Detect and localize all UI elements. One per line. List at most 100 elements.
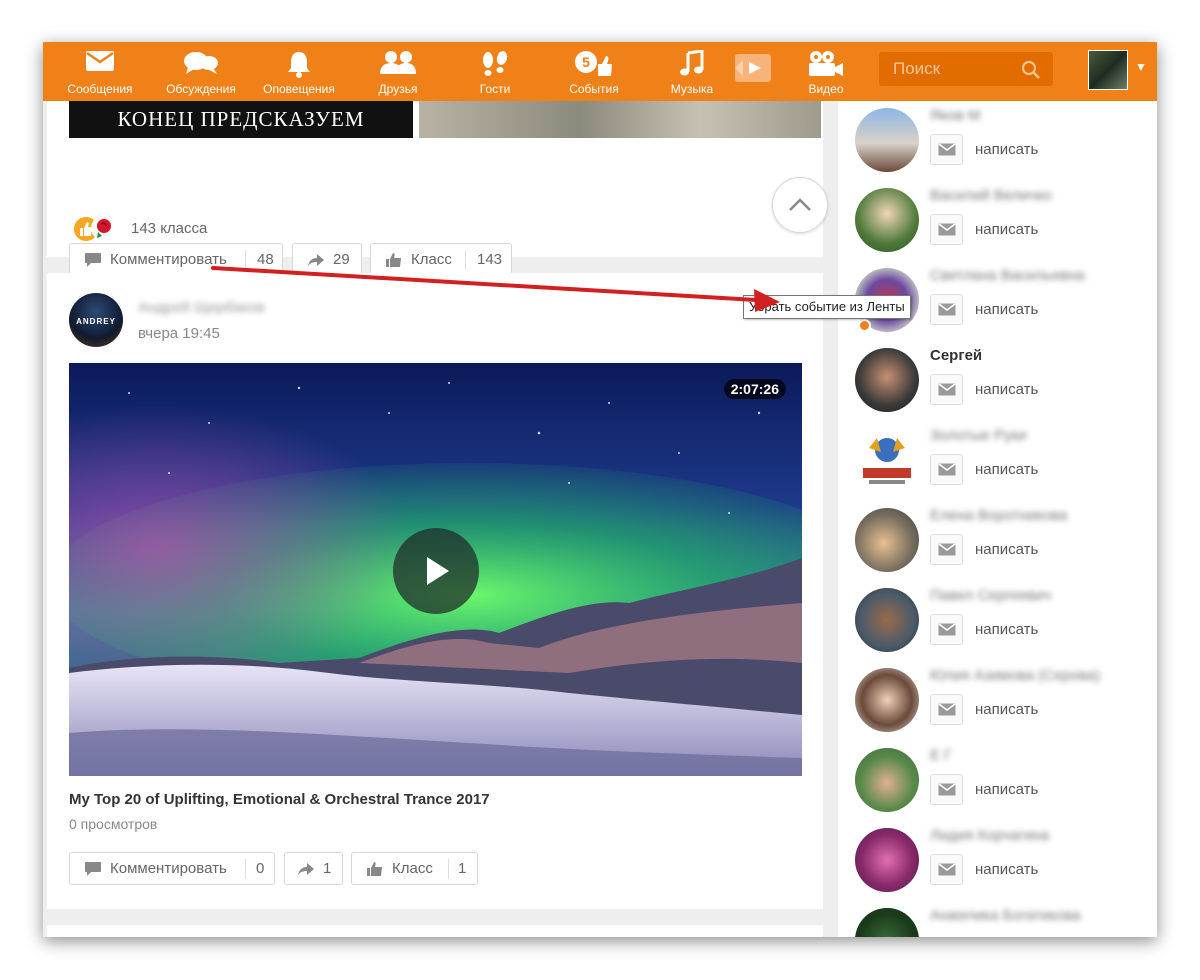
like-count: 1 — [458, 860, 467, 877]
chevron-down-icon[interactable]: ▼ — [1135, 60, 1147, 74]
friend-name[interactable]: Е Г — [930, 747, 952, 764]
nav-guests[interactable]: Гости — [445, 42, 545, 101]
friend-avatar[interactable] — [855, 508, 919, 572]
envelope-icon — [938, 143, 956, 156]
envelope-icon — [938, 703, 956, 716]
nav-discussions[interactable]: Обсуждения — [151, 42, 251, 101]
envelope-icon — [938, 863, 956, 876]
author-name[interactable]: Андрей Щербаков — [138, 299, 265, 316]
write-label[interactable]: написать — [975, 781, 1038, 798]
nav-messages[interactable]: Сообщения — [50, 42, 150, 101]
friend-avatar[interactable] — [855, 588, 919, 652]
envelope-icon — [938, 463, 956, 476]
friend-item[interactable]: Яков М написать — [838, 99, 1157, 179]
scroll-to-top-button[interactable] — [772, 177, 828, 233]
friend-avatar[interactable] — [855, 108, 919, 172]
message-button[interactable] — [930, 134, 963, 165]
nav-events[interactable]: 5 События — [544, 42, 644, 101]
video-title[interactable]: My Top 20 of Uplifting, Emotional & Orch… — [69, 791, 490, 808]
message-button[interactable] — [930, 854, 963, 885]
post-photo[interactable] — [419, 101, 821, 138]
play-button[interactable] — [393, 528, 479, 614]
like-label: Класс — [411, 251, 452, 268]
envelope-icon — [938, 303, 956, 316]
nav-music[interactable]: Музыка — [642, 42, 742, 101]
write-label[interactable]: написать — [975, 861, 1038, 878]
search-icon[interactable] — [1021, 60, 1041, 80]
friend-avatar[interactable] — [855, 828, 919, 892]
friend-avatar[interactable] — [855, 188, 919, 252]
friend-name[interactable]: Елена Воротникова — [930, 507, 1067, 524]
friend-item[interactable]: Василий Величко написать — [838, 179, 1157, 259]
write-label[interactable]: написать — [975, 701, 1038, 718]
play-icon — [735, 60, 761, 76]
comment-button[interactable]: Комментировать 48 — [69, 243, 283, 276]
events-icon: 5 — [575, 51, 612, 76]
write-label[interactable]: написать — [975, 301, 1038, 318]
friend-name[interactable]: Юлия Азимова (Серова) — [930, 667, 1100, 684]
friend-item[interactable]: Елена Воротникова написать — [838, 499, 1157, 579]
message-button[interactable] — [930, 694, 963, 725]
friend-name[interactable]: Золотые Руки — [930, 427, 1027, 444]
envelope-icon — [938, 623, 956, 636]
message-button[interactable] — [930, 534, 963, 565]
nav-label: Видео — [808, 82, 844, 96]
envelope-icon — [86, 51, 114, 71]
nav-video[interactable]: Видео — [776, 42, 876, 101]
friend-name[interactable]: Светлана Васильевна — [930, 267, 1085, 284]
friend-name[interactable]: Василий Величко — [930, 187, 1052, 204]
search-input[interactable] — [879, 52, 1023, 86]
friend-item[interactable]: Павел Сергеевич написать — [838, 579, 1157, 659]
friend-name[interactable]: Лидия Корчагина — [930, 827, 1049, 844]
friend-avatar[interactable] — [855, 908, 919, 937]
message-button[interactable] — [930, 214, 963, 245]
thumbs-up-icon — [386, 253, 401, 267]
write-label[interactable]: написать — [975, 461, 1038, 478]
friend-item[interactable]: Е Г написать — [838, 739, 1157, 819]
friend-item[interactable]: Золотые Руки написать — [838, 419, 1157, 499]
comment-count: 0 — [256, 860, 265, 877]
message-button[interactable] — [930, 374, 963, 405]
comment-label: Комментировать — [110, 251, 227, 268]
nav-label: Музыка — [670, 82, 714, 96]
friend-avatar[interactable] — [855, 668, 919, 732]
friend-item[interactable]: Лидия Корчагина написать — [838, 819, 1157, 899]
like-button[interactable]: Класс 143 — [370, 243, 512, 276]
nav-notifications[interactable]: Оповещения — [249, 42, 349, 101]
comment-button[interactable]: Комментировать 0 — [69, 852, 275, 885]
share-button[interactable]: 1 — [284, 852, 343, 885]
nav-friends[interactable]: Друзья — [348, 42, 448, 101]
friend-avatar[interactable] — [855, 748, 919, 812]
browser-viewport: Сообщения Обсуждения Оповещения Друзья Г… — [43, 42, 1157, 937]
video-play-shortcut[interactable] — [735, 54, 771, 82]
friend-avatar[interactable] — [855, 348, 919, 412]
write-label[interactable]: написать — [975, 541, 1038, 558]
write-label[interactable]: написать — [975, 381, 1038, 398]
music-note-icon — [680, 50, 704, 76]
write-label[interactable]: написать — [975, 621, 1038, 638]
like-button[interactable]: Класс 1 — [351, 852, 478, 885]
friend-item[interactable]: Сергей написать — [838, 339, 1157, 419]
message-button[interactable] — [930, 774, 963, 805]
share-button[interactable]: 29 — [292, 243, 362, 276]
share-count: 29 — [333, 251, 350, 268]
friend-avatar[interactable] — [855, 428, 919, 492]
message-button[interactable] — [930, 294, 963, 325]
feed-card-previous: КОНЕЦ ПРЕДСКАЗУЕМ 143 класса Комментиров… — [47, 101, 828, 276]
message-button[interactable] — [930, 454, 963, 485]
message-button[interactable] — [930, 614, 963, 645]
friend-name[interactable]: Яков М — [930, 107, 981, 124]
friend-name[interactable]: Анжелика Богатикова — [930, 907, 1081, 924]
write-label[interactable]: написать — [975, 221, 1038, 238]
friend-name[interactable]: Сергей — [930, 347, 982, 364]
post-timestamp: вчера 19:45 — [138, 325, 220, 342]
video-player[interactable]: 2:07:26 — [69, 363, 802, 776]
friend-item[interactable]: Юлия Азимова (Серова) написать — [838, 659, 1157, 739]
friend-item[interactable]: Анжелика Богатикова — [838, 899, 1157, 937]
comment-label: Комментировать — [110, 860, 227, 877]
friend-name[interactable]: Павел Сергеевич — [930, 587, 1051, 604]
author-avatar[interactable]: ANDREY — [69, 293, 123, 347]
envelope-icon — [938, 223, 956, 236]
write-label[interactable]: написать — [975, 141, 1038, 158]
user-avatar[interactable] — [1088, 50, 1128, 90]
